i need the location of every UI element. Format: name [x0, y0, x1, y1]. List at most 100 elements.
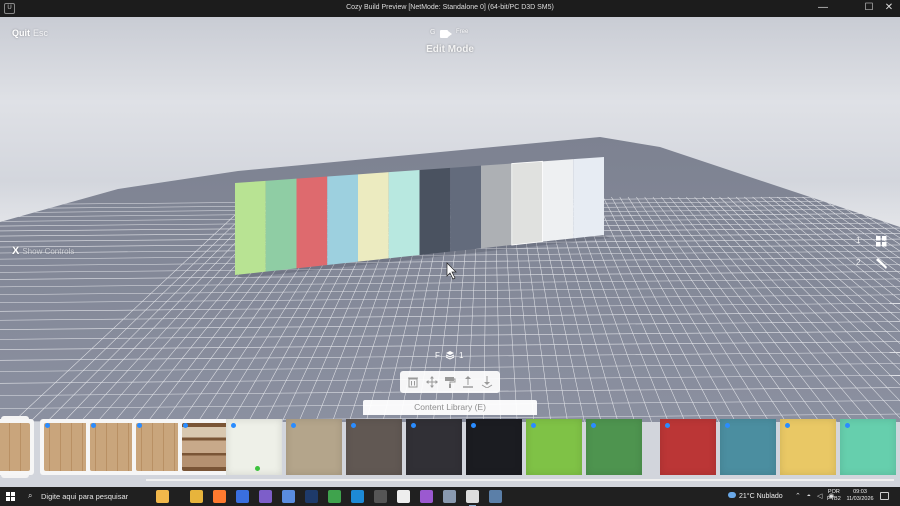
game-viewport[interactable]: Quit Esc G Free Edit Mode X Show Controls …	[0, 17, 900, 487]
selected-indicator	[255, 466, 260, 471]
wood-texture	[44, 423, 92, 471]
build-tool-bar	[400, 371, 500, 393]
paint-swatch[interactable]	[406, 419, 462, 475]
video-camera-icon	[448, 31, 452, 37]
wall-panel[interactable]	[542, 159, 574, 242]
clock-date: 11/03/2026	[846, 496, 874, 502]
app-stack-icon[interactable]	[443, 490, 456, 503]
browser-icon[interactable]	[282, 490, 295, 503]
new-item-marker	[231, 423, 236, 428]
paint-tool-button[interactable]	[443, 375, 457, 389]
show-controls-button[interactable]: X Show Controls	[12, 245, 74, 257]
wall-panel[interactable]	[358, 172, 389, 262]
clock[interactable]: 09:03 11/03/2026	[845, 489, 875, 503]
calculator-icon[interactable]	[489, 490, 502, 503]
wall-panel[interactable]	[511, 161, 543, 245]
new-item-marker	[665, 423, 670, 428]
weather-widget[interactable]: 21°C Nublado	[728, 492, 783, 500]
lower-icon	[481, 376, 493, 388]
content-library-tab[interactable]: Content Library (E)	[363, 400, 537, 415]
wood-texture	[90, 423, 138, 471]
new-item-marker	[291, 423, 296, 428]
file-explorer-icon[interactable]	[190, 490, 203, 503]
wood-panel-item[interactable]	[0, 419, 34, 475]
new-item-marker	[591, 423, 596, 428]
floor-number: 1	[459, 351, 464, 360]
wall-panel[interactable]	[450, 165, 481, 252]
quit-key: Esc	[33, 28, 49, 38]
wall-panel[interactable]	[235, 180, 266, 275]
paint-swatch[interactable]	[226, 419, 282, 475]
window-title: Cozy Build Preview [NetMode: Standalone …	[346, 4, 554, 11]
close-button[interactable]: ✕	[878, 0, 900, 17]
wood-texture	[0, 423, 30, 471]
edge-icon[interactable]	[351, 490, 364, 503]
cloud-icon	[728, 492, 736, 498]
wall-panel[interactable]	[265, 178, 297, 272]
camera-mode-label: Free	[456, 29, 469, 35]
new-item-marker	[351, 423, 356, 428]
move-tool-button[interactable]	[425, 375, 439, 389]
terminal-icon[interactable]	[374, 490, 387, 503]
windows-taskbar: ⌕ Digite aqui para pesquisar 21°C Nublad…	[0, 487, 900, 506]
search-icon: ⌕	[28, 491, 33, 500]
quit-button[interactable]: Quit Esc	[12, 28, 48, 38]
github-icon[interactable]	[420, 490, 433, 503]
notifications-icon[interactable]	[880, 492, 889, 500]
brush-mode-option[interactable]: 2	[848, 255, 888, 271]
paint-swatch[interactable]	[586, 419, 642, 475]
paint-swatch[interactable]	[526, 419, 582, 475]
new-item-marker	[137, 423, 142, 428]
minimize-button[interactable]: —	[812, 0, 834, 17]
move-icon	[425, 376, 438, 388]
wall-panel[interactable]	[481, 163, 512, 249]
library-scrollbar[interactable]	[146, 479, 894, 481]
camera-mode-key: G	[430, 29, 436, 36]
content-library-panel	[0, 416, 900, 482]
paint-swatch[interactable]	[346, 419, 402, 475]
maximize-button[interactable]: ☐	[858, 0, 880, 17]
visual-studio-icon[interactable]	[259, 490, 272, 503]
unreal-icon[interactable]	[466, 490, 479, 506]
taskbar-search[interactable]: ⌕ Digite aqui para pesquisar	[24, 490, 174, 503]
camera-mode-toggle[interactable]: G Free	[430, 28, 474, 40]
floor-selector[interactable]: F 1	[433, 349, 469, 361]
quit-label: Quit	[12, 28, 30, 38]
language-indicator[interactable]: POR PTB2	[827, 489, 841, 503]
paint-swatch[interactable]	[840, 419, 896, 475]
lower-tool-button[interactable]	[480, 375, 494, 389]
paint-swatch[interactable]	[466, 419, 522, 475]
wall-panel[interactable]	[327, 174, 358, 265]
raise-tool-button[interactable]	[461, 375, 475, 389]
new-item-marker	[725, 423, 730, 428]
weather-desc: Nublado	[756, 493, 783, 500]
start-button[interactable]	[6, 492, 15, 501]
bookshelf-texture	[182, 423, 230, 471]
new-item-marker	[531, 423, 536, 428]
firefox-dev-icon[interactable]	[236, 490, 249, 503]
wall-panel[interactable]	[388, 170, 420, 259]
delete-tool-button[interactable]	[406, 375, 420, 389]
wall-panel[interactable]	[573, 157, 604, 239]
new-item-marker	[785, 423, 790, 428]
paint-swatch[interactable]	[720, 419, 776, 475]
wall-panel[interactable]	[296, 176, 328, 269]
paint-swatch[interactable]	[780, 419, 836, 475]
chrome-icon[interactable]	[328, 490, 341, 503]
weather-temp: 21°C	[739, 493, 755, 500]
new-item-marker	[91, 423, 96, 428]
camera-mode-indicator-icon	[440, 30, 448, 38]
app-w-icon[interactable]	[397, 490, 410, 503]
brush-icon	[876, 258, 887, 269]
new-item-marker	[45, 423, 50, 428]
paint-swatch[interactable]	[660, 419, 716, 475]
layers-icon	[445, 351, 455, 360]
floor-key: F	[435, 351, 440, 360]
photoshop-icon[interactable]	[305, 490, 318, 503]
grid-mode-option[interactable]: 1	[848, 233, 888, 249]
wall-panel[interactable]	[419, 167, 451, 255]
firefox-icon[interactable]	[213, 490, 226, 503]
copilot-icon[interactable]	[156, 490, 169, 503]
paint-swatch[interactable]	[286, 419, 342, 475]
new-item-marker	[471, 423, 476, 428]
